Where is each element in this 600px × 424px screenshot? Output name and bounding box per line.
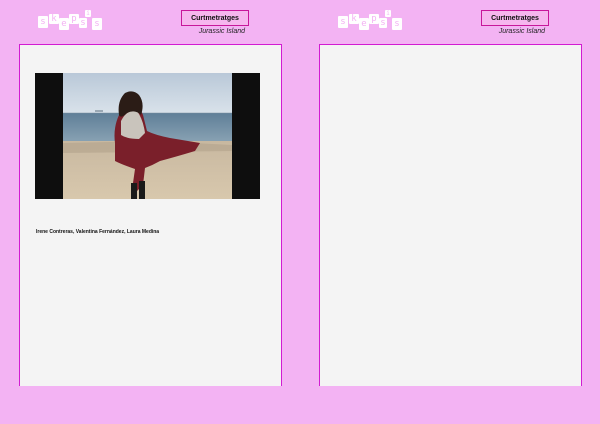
beach-photo — [35, 73, 260, 199]
section-tag[interactable]: Curtmetratges — [481, 10, 549, 26]
logo-letter: i — [85, 9, 91, 17]
page-right: s k e p s i s Curtmetratges Jurassic Isl… — [300, 0, 600, 424]
logo-letter: p — [69, 14, 79, 24]
page-spread: s k e p s i s Curtmetratges Jurassic Isl… — [0, 0, 600, 424]
logo-letter: s — [392, 18, 402, 30]
logo-letter: s — [38, 16, 48, 28]
logo-letter: i — [385, 9, 391, 17]
film-title: Jurassic Island — [498, 28, 545, 35]
page-left: s k e p s i s Curtmetratges Jurassic Isl… — [0, 0, 300, 424]
logo-letter: k — [349, 14, 359, 24]
content-sheet: Irene Contreras, Valentina Fernández, La… — [19, 44, 282, 386]
logo-letter: e — [59, 18, 69, 30]
content-sheet — [319, 44, 582, 386]
logo-letter: s — [92, 18, 102, 30]
magazine-logo: s k e p s i s — [338, 10, 404, 34]
credits-text: Irene Contreras, Valentina Fernández, La… — [36, 229, 160, 235]
logo-letter: s — [338, 16, 348, 28]
film-title: Jurassic Island — [198, 28, 245, 35]
logo-letter: s — [79, 17, 87, 28]
logo-letter: k — [49, 14, 59, 24]
logo-letter: e — [359, 18, 369, 30]
magazine-logo: s k e p s i s — [38, 10, 104, 34]
section-tag[interactable]: Curtmetratges — [181, 10, 249, 26]
logo-letter: s — [379, 17, 387, 28]
logo-letter: p — [369, 14, 379, 24]
film-still-image — [35, 73, 260, 199]
